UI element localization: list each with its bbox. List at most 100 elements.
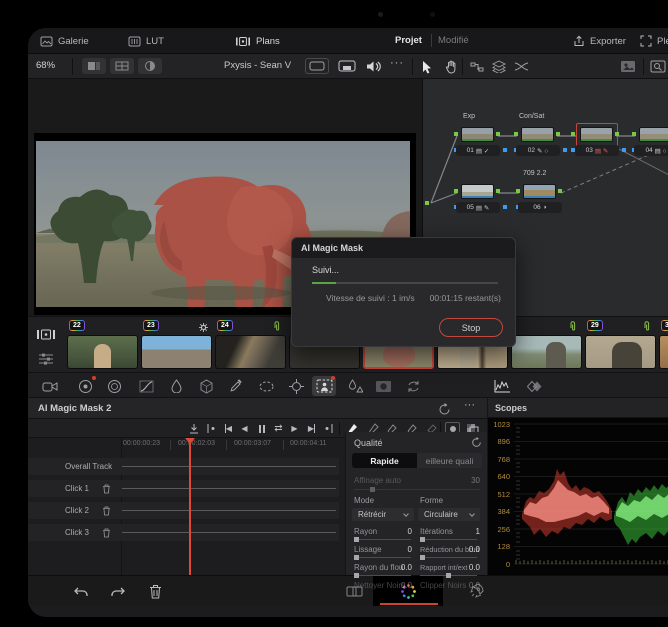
node-03-rgb-in[interactable] — [571, 132, 575, 136]
pause-button[interactable] — [254, 421, 269, 436]
node-01-key-out[interactable] — [503, 148, 507, 152]
clip-flag-gear-icon[interactable] — [198, 322, 208, 332]
quality-fast-button[interactable]: Rapide — [352, 453, 417, 468]
3d-qualifier-tool[interactable] — [194, 376, 218, 396]
node-03-numbar[interactable]: 03 ▤ ✎ — [575, 145, 619, 156]
refine-slider[interactable] — [354, 487, 480, 492]
tab-clips[interactable]: Plans — [235, 28, 280, 54]
node-06-rgb-out[interactable] — [558, 189, 562, 193]
delete-track-button[interactable] — [101, 505, 112, 516]
clip-thumbnail-22[interactable] — [67, 335, 138, 369]
track-one-forward-button[interactable] — [321, 421, 336, 436]
picker-tool[interactable] — [224, 376, 248, 396]
node-06-thumb[interactable] — [523, 184, 556, 199]
track-one-back-button[interactable] — [204, 421, 219, 436]
qualifier-tool[interactable] — [164, 376, 188, 396]
vignette-tool[interactable] — [371, 376, 395, 396]
stop-tracking-button[interactable]: Stop — [439, 318, 503, 337]
node-01-rgb-in[interactable] — [454, 132, 458, 136]
node-05-key-out[interactable] — [503, 205, 507, 209]
tracker-tool[interactable] — [284, 376, 308, 396]
quality-best-button[interactable]: eilleure quali — [417, 453, 482, 468]
tab-gallery[interactable]: Galerie — [40, 28, 89, 54]
track-reverse-button[interactable]: ◀ — [237, 421, 252, 436]
hand-tool[interactable] — [442, 58, 460, 75]
track-to-end-button[interactable]: ▶ — [304, 421, 319, 436]
track-bidirectional-button[interactable]: ⇄ — [271, 421, 286, 436]
delete-track-button[interactable] — [101, 483, 112, 494]
param-slider[interactable] — [420, 537, 477, 542]
source-output-connector[interactable] — [425, 201, 429, 205]
magic-mask-tool[interactable] — [312, 376, 336, 396]
clip-thumbnail-30[interactable] — [659, 335, 668, 369]
still-grab-button[interactable] — [618, 58, 638, 75]
node-04-rgb-in[interactable] — [632, 132, 636, 136]
node-05-thumb[interactable] — [461, 184, 494, 199]
node-03-thumb[interactable] — [580, 127, 613, 142]
zoom-level[interactable]: 68% — [36, 60, 55, 71]
node-link-tool[interactable] — [468, 58, 486, 75]
clip-thumbnail-28[interactable] — [511, 335, 582, 369]
node-02-key-out[interactable] — [563, 148, 567, 152]
clip-thumbnail-23[interactable] — [141, 335, 212, 369]
view-single-button[interactable] — [82, 58, 106, 74]
track-to-start-button[interactable]: ◀ — [221, 421, 236, 436]
node-01-thumb[interactable] — [461, 127, 494, 142]
panel-reset-button[interactable] — [436, 401, 452, 417]
track-forward-button[interactable]: ▶ — [287, 421, 302, 436]
view-grid-button[interactable] — [110, 58, 134, 74]
scopes-toggle[interactable] — [490, 376, 514, 396]
undo-button[interactable] — [72, 583, 90, 599]
mixer-tool[interactable] — [512, 58, 530, 75]
param-slider[interactable] — [420, 573, 477, 578]
node-06-numbar[interactable]: 06 ◑ — [518, 202, 562, 213]
color-wheels-tool[interactable] — [73, 376, 97, 396]
param-slider[interactable] — [354, 537, 411, 542]
node-05-rgb-in[interactable] — [454, 189, 458, 193]
node-02-rgb-in[interactable] — [514, 132, 518, 136]
node-05-rgb-out[interactable] — [496, 189, 500, 193]
blur-tool[interactable] — [343, 376, 367, 396]
param-slider[interactable] — [420, 555, 477, 560]
redo-button[interactable] — [108, 583, 126, 599]
export-button[interactable]: Exporter — [573, 28, 626, 54]
cycle-tool[interactable] — [401, 376, 425, 396]
delete-button[interactable] — [146, 582, 164, 600]
mode-dropdown[interactable]: Rétrécir — [352, 508, 414, 521]
node-04-thumb[interactable] — [639, 127, 668, 142]
node-02-rgb-out[interactable] — [556, 132, 560, 136]
clip-thumbnail-24[interactable] — [215, 335, 286, 369]
node-04-numbar[interactable]: 04 ▤ ○ — [634, 145, 668, 156]
clips-view-icon[interactable] — [33, 325, 59, 343]
viewer-options-menu[interactable]: ··· — [390, 57, 404, 69]
shape-dropdown[interactable]: Circulaire — [418, 508, 480, 521]
audio-mute-button[interactable] — [364, 58, 382, 75]
node-01-numbar[interactable]: 01 ▤ ✓ — [456, 145, 500, 156]
node-03-rgb-out[interactable] — [615, 132, 619, 136]
node-03-key-out[interactable] — [622, 148, 626, 152]
timeline-playhead[interactable] — [189, 438, 191, 575]
panel-options-menu[interactable]: ··· — [464, 399, 475, 411]
clip-filter-icon[interactable] — [33, 350, 59, 368]
node-01-rgb-out[interactable] — [496, 132, 500, 136]
node-02-numbar[interactable]: 02 ✎ ○ — [516, 145, 560, 156]
camera-raw-tool[interactable] — [38, 376, 62, 396]
node-05-numbar[interactable]: 05 ▤ ✎ — [456, 202, 500, 213]
proxy-hd-button[interactable] — [335, 58, 359, 74]
pointer-tool[interactable] — [418, 58, 436, 75]
curves-tool[interactable] — [134, 376, 158, 396]
settings-reset-button[interactable] — [470, 436, 483, 449]
clip-title[interactable]: Pxysis - Sean V — [224, 60, 291, 71]
node-02-thumb[interactable] — [521, 127, 554, 142]
layers-tool[interactable] — [490, 58, 508, 75]
timeline-playhead-marker[interactable] — [185, 438, 195, 444]
hdr-wheels-tool[interactable] — [102, 376, 126, 396]
tab-lut[interactable]: LUT — [128, 28, 164, 54]
lut-search-button[interactable] — [648, 58, 668, 75]
add-keyframe-button[interactable] — [186, 421, 201, 436]
param-slider[interactable] — [354, 555, 411, 560]
param-slider[interactable] — [354, 573, 411, 578]
keyframes-toggle[interactable] — [523, 376, 547, 396]
node-06-rgb-in[interactable] — [516, 189, 520, 193]
power-window-tool[interactable] — [254, 376, 278, 396]
